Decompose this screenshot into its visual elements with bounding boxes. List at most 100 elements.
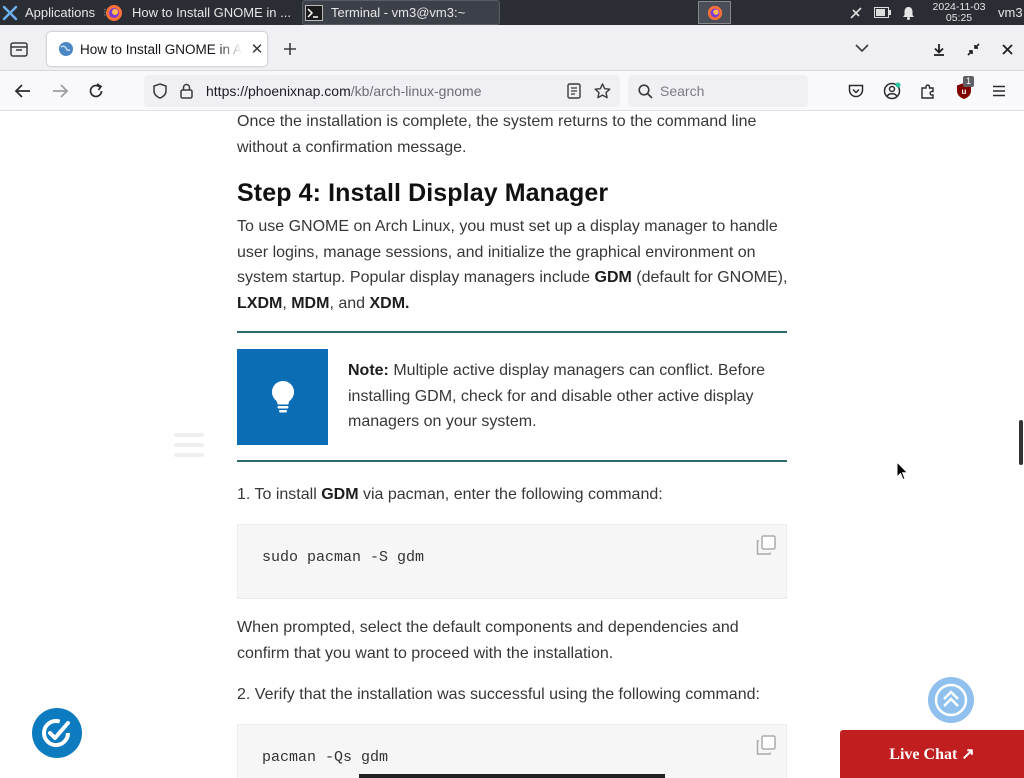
bold-xdm: XDM.	[369, 294, 410, 312]
address-bar[interactable]: https://phoenixnap.com/kb/arch-linux-gno…	[144, 75, 620, 107]
reader-view-icon	[567, 83, 581, 99]
search-placeholder: Search	[660, 83, 705, 99]
terminal-icon	[305, 4, 323, 21]
close-tab-icon[interactable]: ✕	[248, 40, 266, 58]
copy-code-button[interactable]	[755, 534, 777, 556]
live-chat-label: Live Chat ↗	[889, 746, 975, 763]
code-block-install: sudo pacman -S gdm	[237, 524, 787, 599]
step1-bold: GDM	[321, 486, 359, 503]
puzzle-piece-icon	[921, 84, 934, 99]
clock-date: 2024-11-03	[932, 0, 986, 13]
code-command[interactable]: sudo pacman -S gdm	[262, 549, 424, 566]
extensions-button[interactable]	[918, 81, 938, 101]
browser-tab-active[interactable]: How to Install GNOME in Arch ✕	[47, 32, 267, 66]
pocket-button[interactable]	[846, 81, 866, 101]
tracking-protection-shield-icon[interactable]	[151, 82, 169, 100]
applications-label: Applications	[25, 5, 96, 20]
note-bottom-divider	[237, 460, 787, 462]
applications-icon	[2, 5, 18, 20]
tab-overview-button[interactable]	[8, 38, 30, 60]
new-tab-button[interactable]	[279, 38, 301, 60]
note-lightbulb-box	[237, 349, 328, 445]
firefox-icon	[707, 5, 722, 20]
hamburger-menu-icon	[993, 85, 1005, 97]
padlock-icon[interactable]	[177, 82, 195, 100]
ublock-origin-button[interactable]: u 1	[953, 76, 975, 102]
browser-navigation-toolbar: https://phoenixnap.com/kb/arch-linux-gno…	[0, 71, 1024, 111]
search-icon	[637, 83, 653, 99]
table-of-contents-toggle[interactable]	[174, 431, 204, 459]
check-logo-icon	[42, 719, 70, 747]
web-page-content: Once the installation is complete, the s…	[0, 111, 1024, 778]
copy-icon	[756, 735, 776, 755]
live-chat-button[interactable]: Live Chat ↗	[840, 730, 1024, 778]
browser-tab-strip: How to Install GNOME in Arch ✕	[0, 25, 1024, 71]
task-label: How to Install GNOME in ...	[132, 5, 291, 20]
app-menu-button[interactable]	[989, 81, 1009, 101]
step4-heading: Step 4: Install Display Manager	[237, 179, 609, 207]
taskbar-task-browser[interactable]: How to Install GNOME in ...	[102, 0, 300, 25]
window-minimize-button[interactable]	[929, 39, 949, 59]
tabs-tray-icon	[10, 42, 28, 57]
mouse-cursor-icon	[896, 460, 910, 488]
url-domain: https://phoenixnap.com	[206, 83, 351, 99]
list-all-tabs-button[interactable]	[852, 38, 872, 58]
intro-paragraph: Once the installation is complete, the s…	[237, 113, 757, 156]
applications-menu[interactable]: Applications ⁝	[2, 0, 107, 25]
user-menu[interactable]: vm3	[998, 0, 1023, 25]
bold-mdm: MDM	[291, 294, 330, 312]
firefox-icon	[106, 4, 122, 21]
download-arrow-icon	[934, 43, 944, 56]
checkmark-logo-badge[interactable]	[32, 708, 82, 758]
bold-lxdm: LXDM	[237, 294, 283, 312]
step1-prefix: 1. To install	[237, 486, 322, 503]
chevron-down-icon	[855, 43, 869, 52]
note-label: Note:	[348, 362, 389, 379]
bold-gdm: GDM	[594, 269, 632, 286]
forward-button[interactable]	[50, 81, 70, 101]
network-disconnected-icon[interactable]	[847, 0, 865, 25]
clock-time: 05:25	[945, 11, 973, 24]
plus-icon	[284, 43, 296, 55]
workspace-switcher[interactable]	[698, 1, 731, 24]
svg-text:u: u	[962, 87, 967, 96]
lightbulb-icon	[271, 381, 294, 413]
arrow-left-icon	[15, 84, 30, 98]
reload-button[interactable]	[86, 81, 106, 101]
menu-lines-icon	[174, 433, 204, 457]
os-taskbar: Applications ⁝ How to Install GNOME in .…	[0, 0, 1024, 25]
search-bar[interactable]: Search	[628, 75, 808, 107]
account-button[interactable]	[882, 81, 902, 101]
reader-view-button[interactable]	[565, 82, 583, 100]
code-block-verify: pacman -Qs gdm	[237, 724, 787, 778]
battery-icon[interactable]	[873, 0, 891, 25]
horizontal-scrollbar[interactable]	[359, 774, 665, 778]
code-command[interactable]: pacman -Qs gdm	[262, 749, 388, 766]
close-icon	[1001, 43, 1013, 55]
para-text: , and	[329, 294, 370, 312]
globe-favicon-icon	[59, 42, 73, 56]
window-restore-button[interactable]	[963, 39, 983, 59]
pocket-icon	[848, 84, 864, 97]
ublock-count-badge: 1	[963, 76, 975, 87]
tab-title: How to Install GNOME in Arch	[80, 41, 242, 57]
reload-icon	[89, 83, 103, 98]
star-icon	[594, 83, 610, 99]
taskbar-task-terminal[interactable]: Terminal - vm3@vm3:~	[302, 0, 500, 25]
collapse-arrows-icon	[966, 42, 980, 56]
bookmark-star-button[interactable]	[593, 82, 611, 100]
para-text: (default for GNOME),	[631, 269, 788, 286]
copy-code-button[interactable]	[755, 734, 777, 756]
step2-text: 2. Verify that the installation was succ…	[237, 686, 760, 703]
note-top-divider	[237, 331, 787, 333]
vertical-scrollbar-thumb[interactable]	[1019, 420, 1023, 465]
back-button[interactable]	[13, 81, 33, 101]
step1-suffix: via pacman, enter the following command:	[358, 486, 663, 503]
notifications-bell-icon[interactable]	[900, 0, 916, 25]
url-text[interactable]: https://phoenixnap.com/kb/arch-linux-gno…	[206, 75, 482, 107]
url-path: /kb/arch-linux-gnome	[350, 83, 482, 99]
scroll-to-top-button[interactable]	[928, 677, 974, 723]
prompt-paragraph: When prompted, select the default compon…	[237, 619, 739, 662]
window-close-button[interactable]	[997, 39, 1017, 59]
clock[interactable]: 2024-11-03 05:25	[926, 0, 992, 25]
